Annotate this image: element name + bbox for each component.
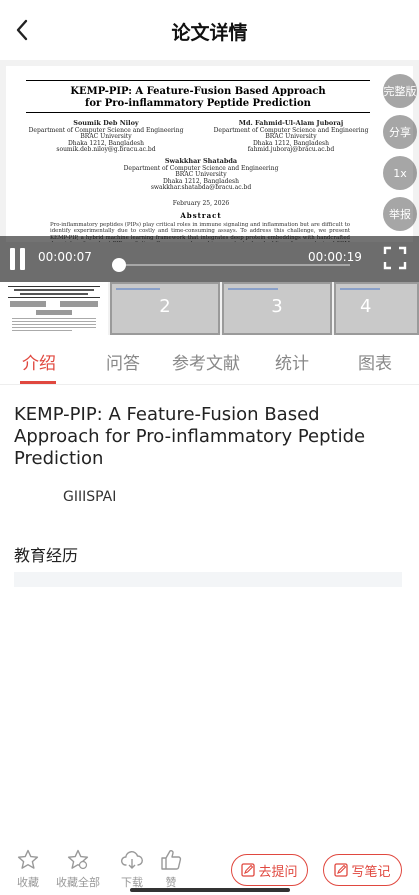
speed-button[interactable]: 1x [383, 156, 417, 190]
page-thumbnail[interactable] [0, 282, 108, 335]
page-thumbnails: 2 3 4 [0, 282, 419, 335]
document-viewer[interactable]: KEMP-PIP: A Feature-Fusion Based Approac… [0, 60, 419, 335]
tab-statistics[interactable]: 统计 [275, 349, 309, 374]
paper-date: February 25, 2026 [172, 200, 230, 207]
author-block-1: Soumik Deb Niloy Department of Computer … [26, 120, 186, 154]
thumbnail-line [228, 288, 278, 290]
paper-page: KEMP-PIP: A Feature-Fusion Based Approac… [6, 66, 413, 242]
author-block-2: Md. Fahmid-Ul-Alam Juboraj Department of… [206, 120, 376, 154]
tab-references[interactable]: 参考文献 [172, 349, 240, 374]
title-rule-bottom [26, 112, 370, 113]
pause-icon [10, 248, 15, 270]
pause-button[interactable] [10, 248, 26, 270]
current-time: 00:00:07 [38, 250, 92, 264]
tab-qa[interactable]: 问答 [106, 349, 140, 374]
education-placeholder [14, 572, 402, 587]
abstract-heading: Abstract [180, 211, 222, 220]
paper-title: KEMP-PIP: A Feature-Fusion Based Approac… [14, 404, 366, 469]
page-thumbnail[interactable]: 2 [110, 282, 220, 335]
progress-knob[interactable] [112, 258, 127, 272]
favorite-button[interactable]: 收藏 [12, 848, 44, 890]
page-thumbnail[interactable]: 3 [222, 282, 332, 335]
like-button[interactable]: 赞 [155, 848, 187, 890]
note-icon [334, 863, 349, 877]
page-thumbnail[interactable]: 4 [334, 282, 419, 335]
cloud-download-icon [120, 851, 143, 869]
star-icon [17, 849, 39, 869]
section-title-education: 教育经历 [14, 546, 79, 565]
paper-title-line1: KEMP-PIP: A Feature-Fusion Based Approac… [70, 86, 326, 97]
page-title: 论文详情 [171, 22, 248, 44]
author-email: fahmid.juboraj@bracu.ac.bd [247, 146, 335, 153]
thumbnail-page-number: 2 [159, 296, 171, 317]
ask-question-button[interactable]: 去提问 [231, 854, 308, 886]
fullscreen-button[interactable] [383, 246, 407, 270]
download-button[interactable]: 下载 [116, 848, 148, 890]
full-version-button[interactable]: 完整版 [383, 74, 417, 108]
author-email: soumik.deb.niloy@g.bracu.ac.bd [56, 146, 156, 153]
star-all-icon [67, 849, 89, 870]
video-player-controls: 00:00:07 00:00:19 [0, 236, 419, 282]
title-rule-top [26, 80, 370, 81]
organization-name: GIIISPAI [63, 489, 117, 505]
write-note-label: 写笔记 [351, 864, 391, 880]
fullscreen-icon [383, 246, 407, 270]
progress-track[interactable] [112, 264, 350, 266]
tab-bar: 介绍 问答 参考文献 统计 图表 [0, 335, 419, 385]
paper-title-line2: for Pro-inflammatory Peptide Prediction [85, 98, 311, 109]
thumbnail-line [116, 288, 160, 290]
favorite-all-button[interactable]: 收藏全部 [52, 848, 104, 890]
author-email: swakkhar.shatabda@bracu.ac.bd [150, 184, 252, 191]
author-block-3: Swakkhar Shatabda Department of Computer… [116, 158, 286, 192]
share-button[interactable]: 分享 [383, 115, 417, 149]
favorite-label: 收藏 [17, 876, 39, 889]
total-time: 00:00:19 [308, 250, 362, 264]
thumbnail-line [340, 288, 380, 290]
pause-icon [20, 248, 25, 270]
write-note-button[interactable]: 写笔记 [323, 854, 402, 886]
tab-intro[interactable]: 介绍 [22, 349, 56, 374]
bottom-action-bar: 收藏 收藏全部 下载 赞 去提问 写笔记 [0, 842, 419, 895]
thumbnail-preview [336, 284, 417, 333]
thumbnail-page-number: 3 [271, 296, 283, 317]
top-bar: 论文详情 [0, 0, 419, 60]
active-tab-indicator [20, 381, 56, 384]
thumbs-up-icon [161, 850, 182, 870]
edit-icon [241, 863, 256, 877]
report-button[interactable]: 举报 [383, 197, 417, 231]
ask-question-label: 去提问 [258, 864, 298, 880]
home-indicator [130, 888, 290, 892]
tab-figures[interactable]: 图表 [358, 349, 392, 374]
thumbnail-page-number: 4 [360, 296, 372, 317]
favorite-all-label: 收藏全部 [56, 876, 100, 889]
page-preview-icon [8, 286, 100, 331]
